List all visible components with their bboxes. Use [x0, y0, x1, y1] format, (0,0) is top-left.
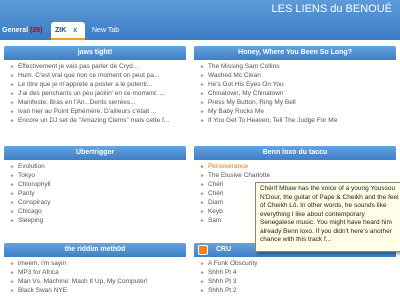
bullet-icon: ►	[200, 288, 205, 294]
feed-item[interactable]: ► He's Got His Eyes On You	[200, 80, 396, 89]
bullet-icon: ►	[200, 91, 205, 97]
bullet-icon: ►	[200, 173, 205, 179]
bullet-icon: ►	[200, 164, 205, 170]
feed-item[interactable]: ► Manifeste: Bras en l'Air...Dents serrée…	[10, 98, 186, 107]
feed-item[interactable]: ► A Funk Obscurity	[200, 259, 396, 268]
site-title: LES LIENS du BENOUÉ	[271, 3, 392, 15]
bullet-icon: ►	[200, 218, 205, 224]
feed-item[interactable]: ► Evolution	[10, 162, 186, 171]
bullet-icon: ►	[10, 64, 15, 70]
bullet-icon: ►	[10, 270, 15, 276]
page-header: LES LIENS du BENOUÉ General (26) ZIK x N…	[0, 0, 400, 40]
bullet-icon: ►	[10, 288, 15, 294]
feed-item[interactable]: ► Ivan hier au Point Ephémère. D'ailleurs…	[10, 107, 186, 116]
bullet-icon: ►	[10, 164, 15, 170]
feed-list: ► imeem, i'm sayin ► MP3 for Africa ► Man V…	[4, 257, 186, 295]
bullet-icon: ►	[200, 182, 205, 188]
feed-item[interactable]: ► MP3 for Africa	[10, 268, 186, 277]
panel-title-text: CRU	[216, 246, 232, 253]
feed-item[interactable]: ► Hum. C'est vrai que non ce moment on pe…	[10, 71, 186, 80]
feed-item[interactable]: ► Washed Mc Clean	[200, 71, 396, 80]
feed-item[interactable]: ► Panty	[10, 189, 186, 198]
feed-item[interactable]: ► Chinatown, My Chinatown	[200, 89, 396, 98]
feed-item[interactable]: ► Press My Button, Ring My Bell	[200, 98, 396, 107]
bullet-icon: ►	[10, 200, 15, 206]
tab-general-label: General	[2, 27, 29, 34]
bullet-icon: ►	[200, 200, 205, 206]
bullet-icon: ►	[200, 82, 205, 88]
feed-item[interactable]: ► Effectivement je vais pas parler de Cry…	[10, 62, 186, 71]
bullet-icon: ►	[10, 91, 15, 97]
tab-zik[interactable]: ZIK x	[51, 22, 85, 40]
bullet-icon: ►	[10, 118, 15, 124]
feed-panel-ubertrigger: Ubertrigger ► Evolution ► Tokyo ► Chlorophy…	[4, 146, 186, 225]
bullet-icon: ►	[200, 191, 205, 197]
bullet-icon: ►	[200, 118, 205, 124]
feed-item[interactable]: ► Sleeping	[10, 216, 186, 225]
bullet-icon: ►	[10, 261, 15, 267]
feed-item[interactable]: ► Le titre que je m'apprete a poster a le…	[10, 80, 186, 89]
close-icon[interactable]: x	[73, 27, 77, 34]
bullet-icon: ►	[10, 100, 15, 106]
feed-item[interactable]: ► J'ai des penchants un peu jackin' en ce…	[10, 89, 186, 98]
bullet-icon: ►	[200, 109, 205, 115]
bullet-icon: ►	[200, 279, 205, 285]
panel-title[interactable]: Honey, Where You Been So Long?	[194, 46, 396, 60]
feed-item[interactable]: ► If You Get To Heaven, Tell The Judge Fo…	[200, 116, 396, 125]
bullet-icon: ►	[10, 279, 15, 285]
bullet-icon: ►	[200, 261, 205, 267]
feed-item[interactable]: ► Man Vs. Machine: Mash It Up, My Compute…	[10, 277, 186, 286]
panel-title[interactable]: Benn loxo du taccu	[194, 146, 396, 160]
item-preview-tooltip: Chérif Mbaw has the voice of a young You…	[255, 182, 400, 252]
feed-item[interactable]: ► imeem, i'm sayin	[10, 259, 186, 268]
feed-item[interactable]: ► Shhh Pt 2	[200, 286, 396, 295]
feed-item[interactable]: ► Tokyo	[10, 171, 186, 180]
bullet-icon: ►	[10, 82, 15, 88]
tab-bar: General (26) ZIK x New Tab	[0, 21, 400, 40]
feed-item[interactable]: ► Shhh Pt 3	[200, 277, 396, 286]
blogger-icon	[198, 245, 208, 255]
bullet-icon: ►	[10, 218, 15, 224]
feed-panel-riddim-method: the riddim meth0d ► imeem, i'm sayin ► MP3…	[4, 243, 186, 295]
panel-title[interactable]: jaws tight!	[4, 46, 186, 60]
bullet-icon: ►	[10, 73, 15, 79]
feed-list: ► A Funk Obscurity ► Shhh Pt 4 ► Shhh Pt 3 …	[194, 257, 396, 295]
panel-title[interactable]: Ubertrigger	[4, 146, 186, 160]
bullet-icon: ►	[10, 209, 15, 215]
feed-item[interactable]: ► Conspiracy	[10, 198, 186, 207]
tab-zik-label: ZIK	[55, 27, 67, 34]
bullet-icon: ►	[10, 182, 15, 188]
feed-item[interactable]: ► Black Swan NYE	[10, 286, 186, 295]
feed-item[interactable]: ► Chicago	[10, 207, 186, 216]
bullet-icon: ►	[10, 109, 15, 115]
bullet-icon: ►	[200, 270, 205, 276]
panel-title[interactable]: the riddim meth0d	[4, 243, 186, 257]
feed-item[interactable]: ► Shhh Pt 4	[200, 268, 396, 277]
bullet-icon: ►	[200, 73, 205, 79]
new-tab-link[interactable]: New Tab	[88, 21, 123, 40]
feed-item[interactable]: ► My Baby Rocks Me	[200, 107, 396, 116]
bullet-icon: ►	[200, 64, 205, 70]
feed-item[interactable]: ► The Elusive Charlotte	[200, 171, 396, 180]
bullet-icon: ►	[10, 191, 15, 197]
feed-item[interactable]: ► Encore un DJ set de "Amazing Clems" mai…	[10, 116, 186, 125]
tab-general[interactable]: General (26)	[0, 21, 50, 40]
bullet-icon: ►	[200, 100, 205, 106]
feed-panel-jaws-tight: jaws tight! ► Effectivement je vais pas p…	[4, 46, 186, 125]
feed-item[interactable]: ► The Missing Sam Collins	[200, 62, 396, 71]
bullet-icon: ►	[200, 209, 205, 215]
feed-list: ► The Missing Sam Collins ► Washed Mc Clea…	[194, 60, 396, 125]
feed-list: ► Effectivement je vais pas parler de Cry…	[4, 60, 186, 125]
feed-item[interactable]: ► Chlorophyll	[10, 180, 186, 189]
bullet-icon: ►	[10, 173, 15, 179]
tab-general-count: (26)	[30, 27, 43, 34]
feed-item-hovered[interactable]: ► Perseverance	[200, 162, 396, 171]
feed-panel-honey: Honey, Where You Been So Long? ► The Miss…	[194, 46, 396, 125]
feed-list: ► Evolution ► Tokyo ► Chlorophyll ► Panty ► C…	[4, 160, 186, 225]
